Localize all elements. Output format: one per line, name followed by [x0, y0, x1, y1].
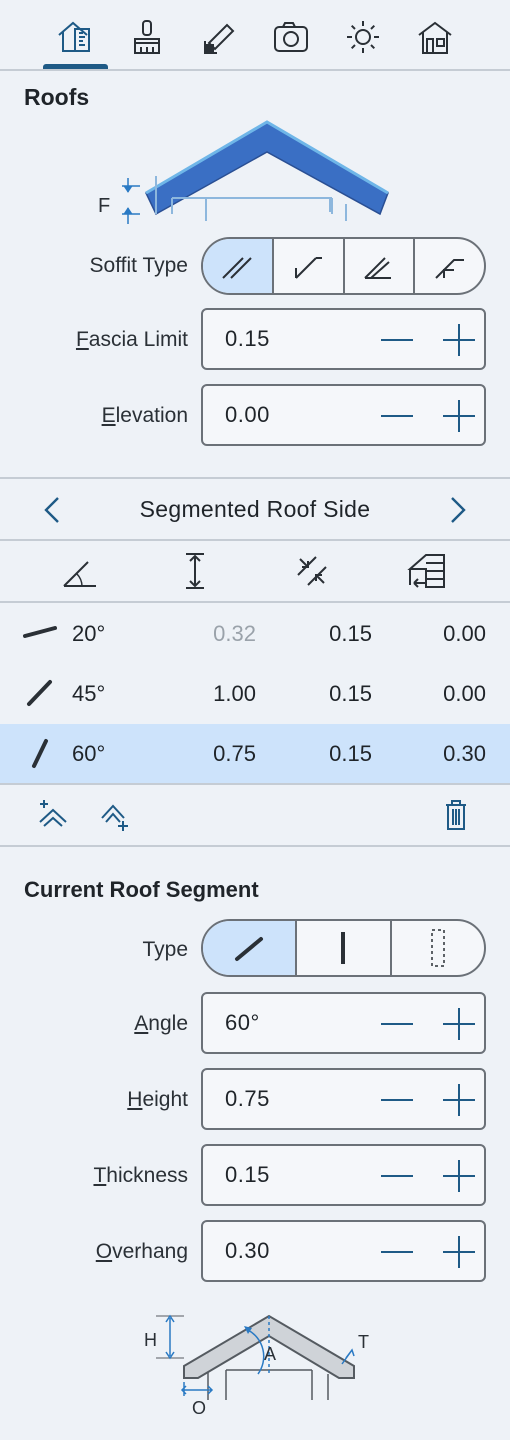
soffit-slope-icon [222, 257, 253, 279]
row-thickness: 0.15 [329, 681, 372, 706]
row-height: 1.00 [213, 681, 256, 706]
divider [0, 601, 510, 603]
divider [0, 69, 510, 71]
row-overhang: 0.00 [443, 681, 486, 706]
tab-camera[interactable] [268, 14, 314, 60]
slope-60-icon [32, 739, 48, 768]
angle-label: Angle [134, 1012, 188, 1035]
soffit-option-3[interactable] [342, 239, 414, 293]
add-segment-above-icon[interactable] [36, 798, 70, 828]
row-overhang: 0.30 [443, 741, 486, 766]
side-title: Segmented Roof Side [139, 496, 371, 522]
slope-45-icon [27, 680, 52, 706]
segment-type-sloped[interactable] [203, 921, 296, 975]
soffit-box-icon [364, 257, 391, 279]
diagram-label-o: O [192, 1398, 206, 1418]
measure-house-icon [58, 21, 90, 52]
divider [0, 845, 510, 847]
chevron-right-icon[interactable] [444, 494, 470, 526]
height-stepper: 0.75 [201, 1068, 486, 1130]
soffit-option-2[interactable] [271, 239, 343, 293]
minus-icon [381, 339, 413, 341]
elevation-label: Elevation [101, 404, 188, 427]
row-angle: 45° [72, 681, 106, 706]
tab-paint[interactable] [124, 14, 170, 60]
add-segment-below-icon[interactable] [98, 800, 132, 832]
fascia-limit-value[interactable]: 0.15 [225, 326, 270, 352]
slope-20-icon [23, 626, 57, 638]
segment-type-selector [201, 919, 486, 977]
sun-icon [347, 21, 379, 53]
angle-icon [63, 561, 96, 587]
height-icon [186, 553, 204, 589]
elevation-stepper: 0.00 [201, 384, 486, 446]
height-label: Height [127, 1088, 188, 1111]
tab-edit[interactable] [196, 14, 242, 60]
diagram-label-h: H [144, 1330, 157, 1350]
thickness-label: Thickness [93, 1164, 188, 1187]
soffit-type-label: Soffit Type [89, 254, 188, 277]
angle-value[interactable]: 60° [225, 1010, 260, 1036]
roofs-title: Roofs [24, 84, 90, 110]
row-angle: 60° [72, 741, 106, 766]
thickness-stepper: 0.15 [201, 1144, 486, 1206]
roof-diagram: F [98, 120, 389, 224]
diagram-label-t: T [358, 1332, 369, 1352]
height-value[interactable]: 0.75 [225, 1086, 270, 1112]
row-angle: 20° [72, 621, 106, 646]
tab-house[interactable] [412, 14, 458, 60]
divider [0, 477, 510, 479]
sloped-segment-icon [235, 937, 264, 961]
elevation-value[interactable]: 0.00 [225, 402, 270, 428]
camera-icon [274, 22, 308, 52]
current-segment-title: Current Roof Segment [24, 877, 259, 902]
overhang-value[interactable]: 0.30 [225, 1238, 270, 1264]
chevron-left-icon[interactable] [40, 494, 66, 526]
soffit-option-4[interactable] [413, 239, 484, 293]
thickness-value[interactable]: 0.15 [225, 1162, 270, 1188]
segment-diagram: H A T O [144, 1314, 369, 1418]
overhang-label: Overhang [95, 1240, 188, 1263]
pencil-ruler-icon [204, 23, 235, 54]
row-height: 0.32 [213, 621, 256, 646]
row-height: 0.75 [213, 741, 256, 766]
soffit-vertical-icon [295, 257, 323, 279]
soffit-horizontal-icon [434, 259, 464, 279]
type-label: Type [142, 938, 188, 961]
minus-icon [381, 1251, 413, 1253]
minus-icon [381, 415, 413, 417]
diagram-label-a: A [264, 1344, 276, 1364]
soffit-option-1[interactable] [203, 239, 272, 293]
segment-type-vertical[interactable] [295, 921, 389, 975]
tab-sun[interactable] [340, 14, 386, 60]
gap-segment-icon [431, 929, 445, 967]
fascia-limit-stepper: 0.15 [201, 308, 486, 370]
house-icon [418, 21, 452, 54]
overhang-icon [407, 554, 445, 588]
row-thickness: 0.15 [329, 741, 372, 766]
minus-icon [381, 1175, 413, 1177]
paint-brush-icon [134, 20, 160, 54]
row-overhang: 0.00 [443, 621, 486, 646]
minus-icon [381, 1023, 413, 1025]
fascia-dim-label: F [98, 195, 110, 217]
minus-icon [381, 1099, 413, 1101]
fascia-limit-label: Fascia Limit [75, 328, 188, 351]
divider [0, 783, 510, 785]
overhang-stepper: 0.30 [201, 1220, 486, 1282]
thickness-icon [297, 556, 327, 586]
vertical-segment-icon [341, 932, 346, 964]
soffit-type-selector [201, 237, 486, 295]
divider [0, 539, 510, 541]
angle-stepper: 60° [201, 992, 486, 1054]
trash-icon[interactable] [442, 798, 470, 832]
tab-measure-house[interactable] [52, 14, 98, 60]
segment-type-gap[interactable] [389, 921, 484, 975]
row-thickness: 0.15 [329, 621, 372, 646]
